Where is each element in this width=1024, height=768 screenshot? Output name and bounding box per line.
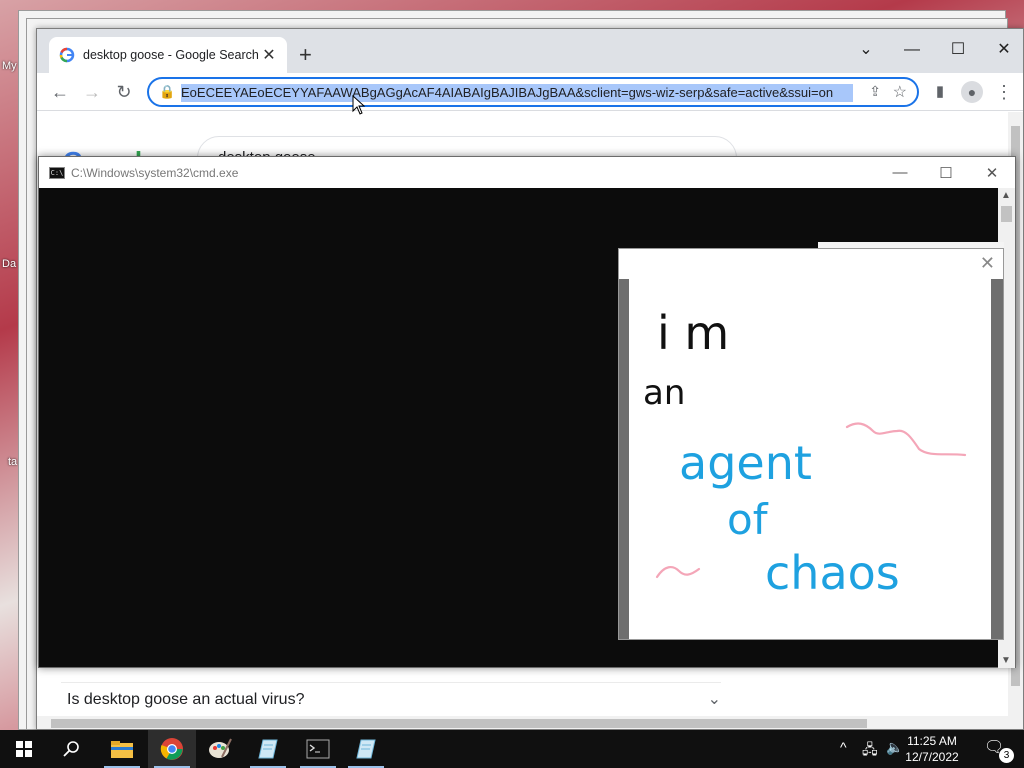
- bookmark-star-icon[interactable]: ☆: [893, 82, 907, 102]
- notification-center-button[interactable]: 🗨 3: [984, 737, 1014, 763]
- tab-search-icon[interactable]: ⌄: [843, 35, 889, 65]
- clock-date: 12/7/2022: [905, 750, 959, 764]
- taskbar-cmd[interactable]: [294, 730, 342, 768]
- file-explorer-icon: [111, 741, 133, 758]
- lock-icon[interactable]: 🔒: [159, 84, 175, 100]
- minimize-button[interactable]: —: [889, 35, 935, 65]
- tab-close-icon[interactable]: ✕: [261, 45, 277, 65]
- browser-toolbar: ← → ↻ 🔒 EoECEEYAEoECEYYAFAAWABgAGgAcAF4A…: [37, 73, 1023, 111]
- horizontal-scrollbar[interactable]: [37, 716, 1023, 729]
- browser-tab[interactable]: desktop goose - Google Search ✕: [49, 37, 287, 73]
- cmd-icon: C:\: [49, 166, 65, 179]
- scrollbar-thumb[interactable]: [1001, 206, 1012, 222]
- tab-strip: desktop goose - Google Search ✕ + ⌄ — ☐ …: [37, 29, 1023, 73]
- note-line-3: agent: [679, 436, 812, 490]
- pink-scribble: [655, 565, 701, 579]
- taskbar-chrome[interactable]: [148, 730, 196, 768]
- address-bar[interactable]: 🔒 EoECEEYAEoECEYYAFAAWABgAGgAcAF4AIABAIg…: [147, 77, 919, 107]
- side-panel-icon[interactable]: ▮: [929, 81, 951, 103]
- taskbar-notepad[interactable]: [244, 730, 292, 768]
- notepad-icon: [258, 739, 278, 759]
- new-tab-button[interactable]: +: [299, 42, 312, 68]
- network-icon[interactable]: 🖧: [862, 739, 878, 763]
- scroll-up-icon[interactable]: ▲: [1001, 190, 1011, 201]
- faq-item[interactable]: Is desktop goose an actual virus? ⌄: [61, 682, 721, 716]
- forward-icon[interactable]: →: [81, 81, 103, 103]
- mouse-cursor-icon: [352, 95, 366, 115]
- cmd-icon: [306, 739, 330, 759]
- taskbar-notepad[interactable]: [342, 730, 390, 768]
- desktop-icon-label[interactable]: Da: [2, 258, 16, 270]
- chevron-up-icon[interactable]: ^: [840, 739, 847, 755]
- profile-avatar-icon[interactable]: ●: [961, 81, 983, 103]
- note-line-2: an: [643, 373, 685, 413]
- back-icon[interactable]: ←: [49, 81, 71, 103]
- faq-question[interactable]: Is desktop goose an actual virus?: [67, 691, 304, 709]
- paint-icon: [209, 738, 232, 758]
- notification-badge: 3: [999, 748, 1014, 763]
- desktop-icon-label[interactable]: ta: [8, 456, 17, 468]
- note-line-5: chaos: [765, 546, 900, 600]
- close-icon[interactable]: ✕: [980, 253, 995, 274]
- taskbar: ^ 🖧 🔈 11:25 AM 12/7/2022 🗨 3: [0, 730, 1024, 768]
- menu-kebab-icon[interactable]: ⋮: [993, 81, 1015, 103]
- notepad-icon: [356, 739, 376, 759]
- search-button[interactable]: [48, 730, 96, 768]
- chevron-down-icon[interactable]: ⌄: [708, 689, 721, 709]
- maximize-button[interactable]: ☐: [923, 164, 969, 182]
- clock-time: 11:25 AM: [907, 734, 957, 748]
- start-button[interactable]: [0, 730, 48, 768]
- chrome-icon: [160, 738, 183, 760]
- search-icon: [63, 741, 79, 757]
- goose-note-window[interactable]: ✕ i m an agent of chaos: [618, 248, 1004, 640]
- handwritten-drawing: i m an agent of chaos: [643, 306, 967, 600]
- taskbar-file-explorer[interactable]: [98, 730, 146, 768]
- share-icon[interactable]: ⇪: [869, 83, 881, 100]
- cmd-title: C:\Windows\system32\cmd.exe: [71, 165, 239, 180]
- reload-icon[interactable]: ↻: [113, 81, 135, 103]
- close-button[interactable]: ✕: [981, 35, 1023, 65]
- taskbar-paint[interactable]: [196, 730, 244, 768]
- url-text[interactable]: EoECEEYAEoECEYYAFAAWABgAGgAcAF4AIABAIgBA…: [181, 84, 853, 102]
- maximize-button[interactable]: ☐: [935, 35, 981, 65]
- windows-logo-icon: [16, 741, 32, 757]
- scrollbar-thumb[interactable]: [51, 719, 867, 728]
- note-canvas: i m an agent of chaos: [629, 279, 991, 639]
- note-line-4: of: [727, 495, 769, 544]
- desktop-icon-label[interactable]: My: [2, 60, 17, 72]
- pink-scribble: [845, 422, 967, 457]
- taskbar-clock[interactable]: 11:25 AM 12/7/2022: [900, 733, 964, 765]
- tab-title: desktop goose - Google Search: [83, 48, 259, 62]
- close-button[interactable]: ✕: [969, 164, 1015, 182]
- scroll-down-icon[interactable]: ▼: [1001, 655, 1011, 666]
- cmd-title-bar[interactable]: C:\ C:\Windows\system32\cmd.exe — ☐ ✕: [39, 157, 1015, 188]
- google-favicon-icon: [59, 47, 75, 63]
- note-line-1: i m: [657, 306, 729, 360]
- minimize-button[interactable]: —: [877, 164, 923, 181]
- note-title-bar[interactable]: ✕: [619, 249, 1003, 279]
